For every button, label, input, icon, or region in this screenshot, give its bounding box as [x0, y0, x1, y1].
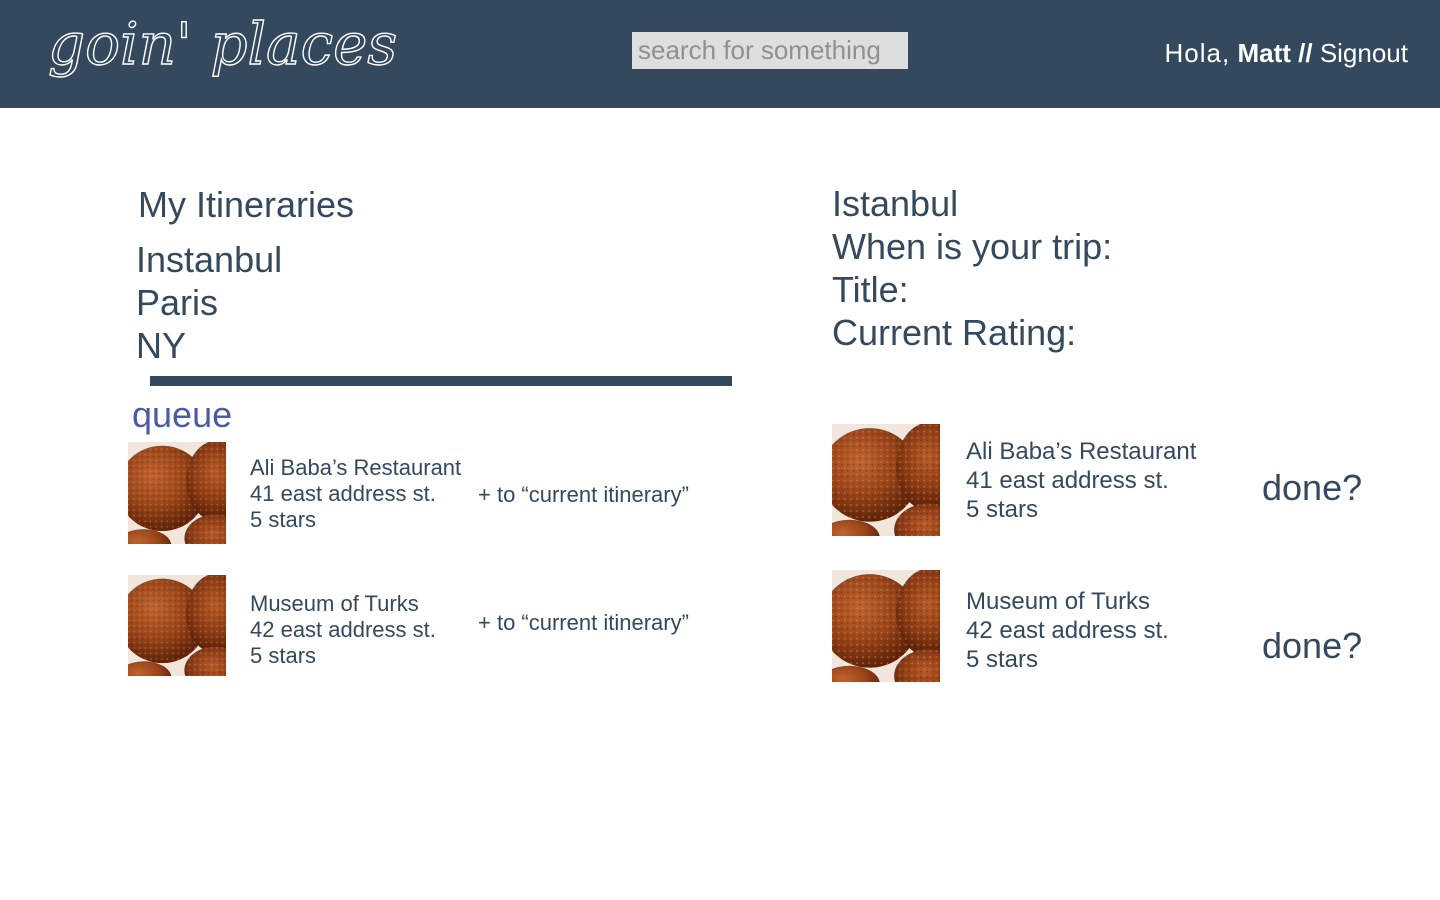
- itinerary-title: Istanbul: [832, 183, 959, 224]
- place-name: Ali Baba’s Restaurant: [966, 438, 1197, 465]
- place-address: 42 east address st.: [250, 617, 436, 642]
- place-rating: 5 stars: [250, 507, 317, 532]
- place-name: Ali Baba’s Restaurant: [250, 455, 462, 480]
- my-itineraries-title: My Itineraries: [138, 184, 355, 225]
- place-name: Museum of Turks: [966, 588, 1151, 615]
- itinerary-item[interactable]: NY: [136, 324, 282, 367]
- queue-item-photo: [128, 442, 226, 544]
- queue-item-info: Ali Baba’s Restaurant 41 east address st…: [250, 455, 461, 533]
- itinerary-item-photo: [832, 424, 940, 536]
- logo-text: goin' places: [48, 10, 397, 78]
- itinerary-item[interactable]: Paris: [136, 281, 282, 324]
- place-address: 41 east address st.: [966, 467, 1169, 494]
- place-address: 41 east address st.: [250, 481, 436, 506]
- itinerary-item-info: Museum of Turks 42 east address st. 5 st…: [966, 587, 1169, 674]
- goin-places-logo[interactable]: goin' places: [48, 8, 418, 88]
- place-rating: 5 stars: [966, 496, 1039, 523]
- itinerary-item-info: Ali Baba’s Restaurant 41 east address st…: [966, 437, 1196, 524]
- username: Matt: [1237, 38, 1291, 68]
- done-button[interactable]: done?: [1262, 467, 1362, 509]
- done-button[interactable]: done?: [1262, 625, 1362, 667]
- trip-title-label: Title:: [832, 269, 909, 310]
- search-input[interactable]: [632, 32, 908, 69]
- add-to-itinerary-button[interactable]: + to “current itinerary”: [478, 610, 689, 636]
- queue-item-info: Museum of Turks 42 east address st. 5 st…: [250, 591, 436, 669]
- user-greeting: Hola, Matt // Signout: [1165, 38, 1408, 69]
- itinerary-item[interactable]: Instanbul: [136, 238, 282, 281]
- itinerary-item-photo: [832, 570, 940, 682]
- queue-item-photo: [128, 575, 226, 676]
- top-navbar: goin' places Hola, Matt // Signout: [0, 0, 1440, 108]
- signout-link[interactable]: Signout: [1320, 38, 1408, 68]
- itinerary-list: Instanbul Paris NY: [136, 238, 282, 367]
- place-address: 42 east address st.: [966, 617, 1169, 644]
- queue-label: queue: [132, 394, 233, 435]
- separator: //: [1298, 38, 1313, 68]
- place-name: Museum of Turks: [250, 591, 419, 616]
- place-rating: 5 stars: [250, 643, 317, 668]
- current-rating-label: Current Rating:: [832, 312, 1077, 353]
- itinerary-details: Istanbul When is your trip: Title: Curre…: [832, 182, 1112, 354]
- greeting-text: Hola,: [1164, 38, 1231, 68]
- section-divider: [150, 376, 732, 386]
- trip-date-label: When is your trip:: [832, 226, 1113, 267]
- add-to-itinerary-button[interactable]: + to “current itinerary”: [478, 482, 689, 508]
- place-rating: 5 stars: [966, 646, 1039, 673]
